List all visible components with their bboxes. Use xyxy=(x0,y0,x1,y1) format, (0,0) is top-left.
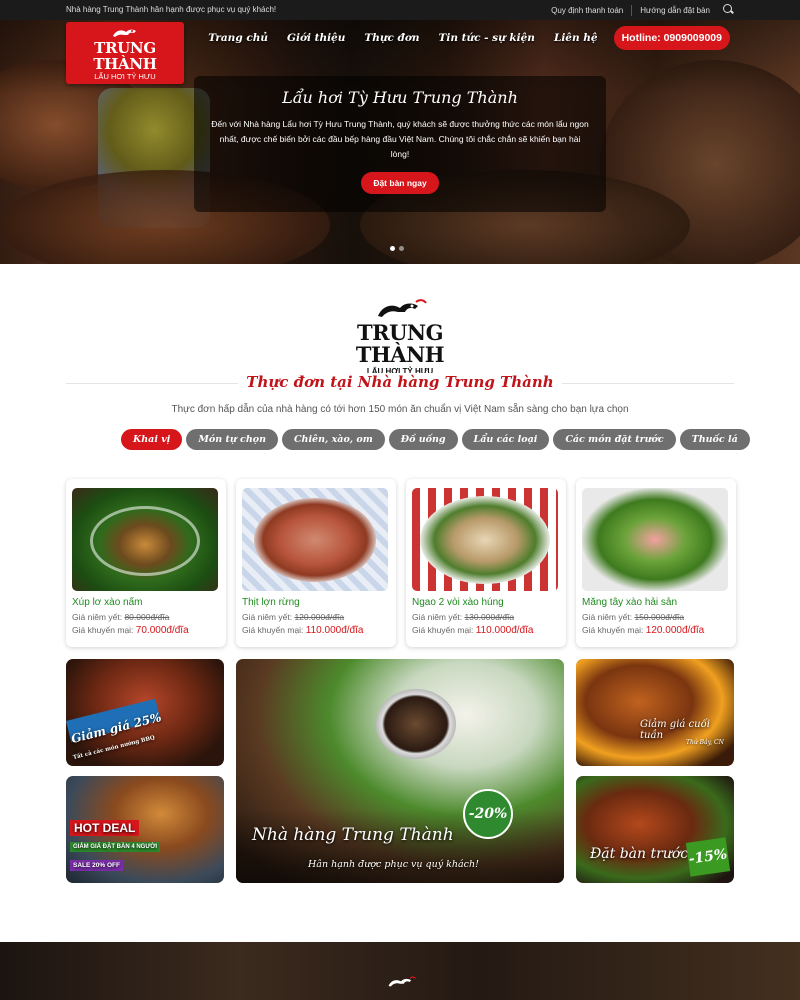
list-price-label: Giá niêm yết: xyxy=(412,612,463,622)
sale-price: 70.000đ/đĩa xyxy=(135,625,189,636)
booking-guide-link[interactable]: Hướng dẫn đặt bàn xyxy=(632,5,718,16)
sale-price-label: Giá khuyến mại: xyxy=(72,625,134,635)
list-price: 130.000đ/đĩa xyxy=(464,612,515,622)
list-price-row: Giá niêm yết: 150.000đ/đĩa xyxy=(582,612,684,622)
top-links: Quy định thanh toán Hướng dẫn đặt bàn xyxy=(543,4,734,16)
hotline-button[interactable]: Hotline: 0909009009 xyxy=(613,26,730,50)
list-price: 120.000đ/đĩa xyxy=(294,612,345,622)
list-price: 80.000đ/đĩa xyxy=(124,612,170,622)
slider-dot[interactable] xyxy=(399,246,404,251)
slider-dot-active[interactable] xyxy=(390,246,395,251)
promo-center-title: Nhà hàng Trung Thành xyxy=(252,825,454,845)
section-description: Thực đơn hấp dẫn của nhà hàng có tới hơn… xyxy=(171,404,629,415)
sale-price: 110.000đ/đĩa xyxy=(475,625,534,636)
list-price: 150.000đ/đĩa xyxy=(634,612,685,622)
product-image[interactable] xyxy=(242,488,388,591)
welcome-text: Nhà hàng Trung Thành hân hạnh được phục … xyxy=(66,5,277,14)
list-price-row: Giá niêm yết: 120.000đ/đĩa xyxy=(242,612,344,622)
promo-center-banner[interactable]: Nhà hàng Trung Thành Hân hạnh được phục … xyxy=(236,659,564,883)
promo-center-subtitle: Hân hạnh được phục vụ quý khách! xyxy=(308,859,479,870)
promo-weekend-title: Giảm giá cuối tuần xyxy=(640,719,710,741)
promo-weekend-banner[interactable]: Giảm giá cuối tuần Thứ Bảy, CN xyxy=(576,659,734,766)
sale-price-label: Giá khuyến mại: xyxy=(412,625,474,635)
pixiu-logo-icon xyxy=(378,299,427,317)
logo-title: TRUNG THÀNH xyxy=(93,39,157,73)
discount-badge: -20% xyxy=(463,789,513,839)
section-logo: TRUNG THÀNH LẨU HƠI TỶ HƯU xyxy=(330,296,470,376)
sale-price: 110.000đ/đĩa xyxy=(305,625,364,636)
list-price-label: Giá niêm yết: xyxy=(242,612,293,622)
product-card[interactable]: Ngao 2 vòi xào húng Giá niêm yết: 130.00… xyxy=(406,479,566,647)
promo-prebook-title: Đặt bàn trước xyxy=(590,846,689,862)
promo-prebook-banner[interactable]: Đặt bàn trước -15% xyxy=(576,776,734,883)
promo-hotdeal-banner[interactable]: HOT DEAL GIẢM GIÁ ĐẶT BÀN 4 NGƯỜI SALE 2… xyxy=(66,776,224,883)
list-price-row: Giá niêm yết: 130.000đ/đĩa xyxy=(412,612,514,622)
tab-preorder[interactable]: Các món đặt trước xyxy=(553,429,676,450)
product-card[interactable]: Măng tây xào hải sản Giá niêm yết: 150.0… xyxy=(576,479,736,647)
sale-price-row: Giá khuyến mại: 120.000đ/đĩa xyxy=(582,625,704,636)
nav-item-contact[interactable]: Liên hệ xyxy=(554,32,598,44)
nav-item-about[interactable]: Giới thiệu xyxy=(287,32,345,44)
list-price-row: Giá niêm yết: 80.000đ/đĩa xyxy=(72,612,169,622)
sale-price-row: Giá khuyến mại: 110.000đ/đĩa xyxy=(412,625,533,636)
payment-policy-link[interactable]: Quy định thanh toán xyxy=(543,4,633,16)
main-nav: Trang chủ Giới thiệu Thực đơn Tin tức - … xyxy=(189,26,730,50)
product-image[interactable] xyxy=(72,488,218,591)
hero-caption-box: Lẩu hơi Tỳ Hưu Trung Thành Đến với Nhà h… xyxy=(194,76,606,212)
search-icon[interactable] xyxy=(722,4,734,16)
hero-title: Lẩu hơi Tỳ Hưu Trung Thành xyxy=(282,88,518,107)
tab-cigarettes[interactable]: Thuốc lá xyxy=(679,429,750,450)
sale-price-label: Giá khuyến mại: xyxy=(582,625,644,635)
sale-price: 120.000đ/đĩa xyxy=(645,625,705,636)
footer-banner xyxy=(0,942,800,1000)
promo-weekend-subtitle: Thứ Bảy, CN xyxy=(686,739,724,746)
product-card[interactable]: Thịt lợn rừng Giá niêm yết: 120.000đ/đĩa… xyxy=(236,479,396,647)
tab-self-selection[interactable]: Món tự chọn xyxy=(186,429,278,450)
discount-badge: -15% xyxy=(685,837,731,877)
product-image[interactable] xyxy=(582,488,728,591)
section-title-row: Thực đơn tại Nhà hàng Trung Thành xyxy=(66,373,734,395)
tab-fried-stir-fried[interactable]: Chiên, xào, om xyxy=(281,429,385,450)
product-name[interactable]: Xúp lơ xào nấm xyxy=(72,597,142,608)
promo-bbq-banner[interactable]: Giảm giá 25% Tất cả các món nướng BBQ xyxy=(66,659,224,766)
promo-hotdeal-subtitle: GIẢM GIÁ ĐẶT BÀN 4 NGƯỜI xyxy=(70,842,161,852)
nav-item-home[interactable]: Trang chủ xyxy=(208,32,268,44)
top-bar: Nhà hàng Trung Thành hân hạnh được phục … xyxy=(0,0,800,20)
list-price-label: Giá niêm yết: xyxy=(582,612,633,622)
product-name[interactable]: Thịt lợn rừng xyxy=(242,597,300,608)
book-now-button[interactable]: Đặt bàn ngay xyxy=(361,172,439,194)
sale-price-row: Giá khuyến mại: 110.000đ/đĩa xyxy=(242,625,363,636)
pixiu-logo-icon xyxy=(388,976,417,987)
promo-hotdeal-tag: SALE 20% OFF xyxy=(70,860,123,871)
tab-hotpots[interactable]: Lẩu các loại xyxy=(461,429,550,450)
nav-item-menu[interactable]: Thực đơn xyxy=(364,32,419,44)
promo-hotdeal-title: HOT DEAL xyxy=(70,820,140,836)
product-image[interactable] xyxy=(412,488,558,591)
header-logo[interactable]: TRUNG THÀNH LẨU HƠI TỶ HƯU xyxy=(66,22,184,84)
hero-text: Đến với Nhà hàng Lẩu hơi Tỳ Hưu Trung Th… xyxy=(211,119,589,159)
section-title: Thực đơn tại Nhà hàng Trung Thành xyxy=(238,373,562,391)
pixiu-logo-icon xyxy=(113,29,136,37)
section-logo-title: TRUNG THÀNH xyxy=(355,320,445,367)
slider-dots xyxy=(388,246,406,251)
product-name[interactable]: Măng tây xào hải sản xyxy=(582,597,677,608)
nav-item-news[interactable]: Tin tức - sự kiện xyxy=(439,32,535,44)
list-price-label: Giá niêm yết: xyxy=(72,612,123,622)
sale-price-label: Giá khuyến mại: xyxy=(242,625,304,635)
menu-tabs: Khai vị Món tự chọn Chiên, xào, om Đồ uố… xyxy=(121,429,754,450)
tab-appetizers[interactable]: Khai vị xyxy=(121,429,183,450)
product-card[interactable]: Xúp lơ xào nấm Giá niêm yết: 80.000đ/đĩa… xyxy=(66,479,226,647)
tab-drinks[interactable]: Đồ uống xyxy=(388,429,458,450)
product-name[interactable]: Ngao 2 vòi xào húng xyxy=(412,597,504,608)
logo-subtitle: LẨU HƠI TỶ HƯU xyxy=(94,72,156,81)
sale-price-row: Giá khuyến mại: 70.000đ/đĩa xyxy=(72,625,189,636)
